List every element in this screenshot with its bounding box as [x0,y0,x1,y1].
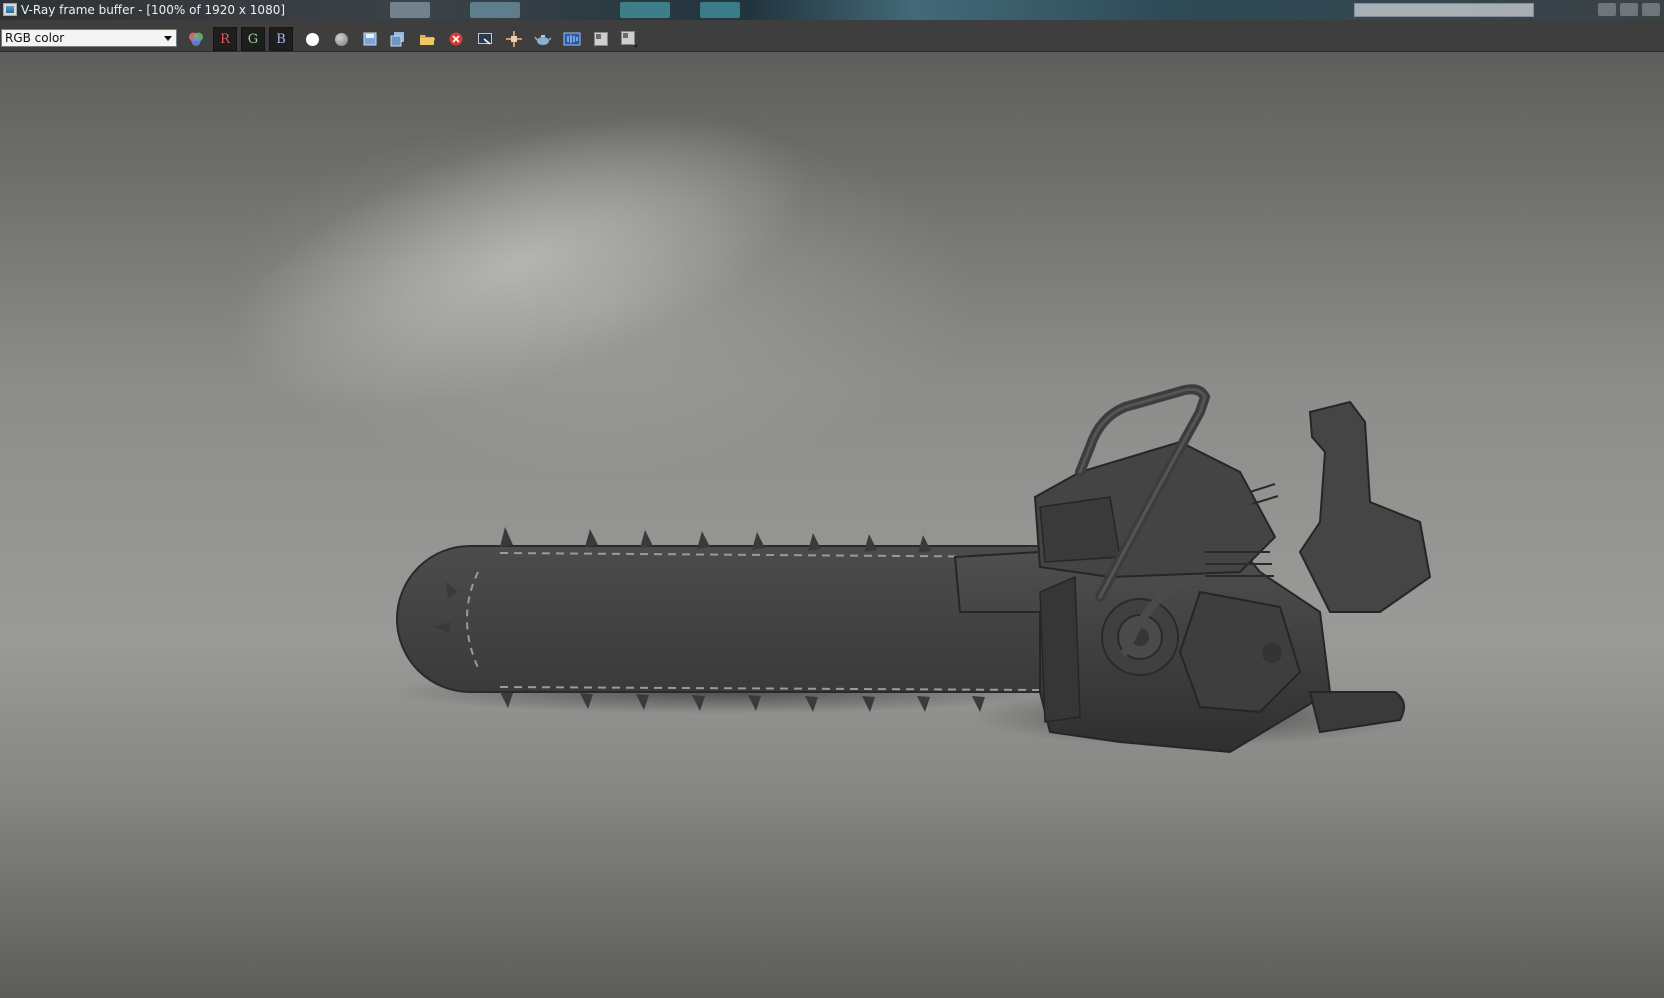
close-icon[interactable] [1642,3,1660,16]
maximize-icon[interactable] [1620,3,1638,16]
channel-select-value: RGB color [5,31,65,45]
open-icon[interactable] [415,27,439,51]
gray-dot-icon[interactable] [329,27,353,51]
save-all-icon[interactable] [386,27,410,51]
channel-select[interactable]: RGB color [1,29,177,47]
app-icon [3,3,17,16]
white-dot-icon[interactable] [300,27,324,51]
teapot-render-icon[interactable] [531,27,555,51]
blue-channel-button[interactable]: B [269,27,293,51]
render-viewport[interactable] [0,52,1664,998]
red-channel-button[interactable]: R [213,27,237,51]
green-channel-button[interactable]: G [241,27,265,51]
window-controls [1598,3,1660,16]
background-search-box [1354,3,1534,17]
window-title: V-Ray frame buffer - [100% of 1920 x 108… [21,3,286,17]
background-taskbar-item [620,2,670,18]
clear-icon[interactable] [444,27,468,51]
save-icon[interactable] [358,27,382,51]
lens-effects-icon[interactable] [560,27,584,51]
rendered-chainsaw-image [232,114,1432,754]
vray-frame-buffer-window: V-Ray frame buffer - [100% of 1920 x 108… [0,0,1664,998]
title-bar[interactable]: V-Ray frame buffer - [100% of 1920 x 108… [0,0,1664,20]
background-taskbar-item [390,2,430,18]
region-render-icon[interactable] [473,27,497,51]
compare-b-icon[interactable] [617,27,641,51]
minimize-icon[interactable] [1598,3,1616,16]
chevron-down-icon [164,36,172,41]
background-taskbar-item [700,2,740,18]
track-mouse-icon[interactable] [502,27,526,51]
background-taskbar-item [470,2,520,18]
color-channels-icon[interactable] [184,27,208,51]
toolbar: RGB color R G B [0,20,1664,52]
compare-a-icon[interactable] [589,27,613,51]
